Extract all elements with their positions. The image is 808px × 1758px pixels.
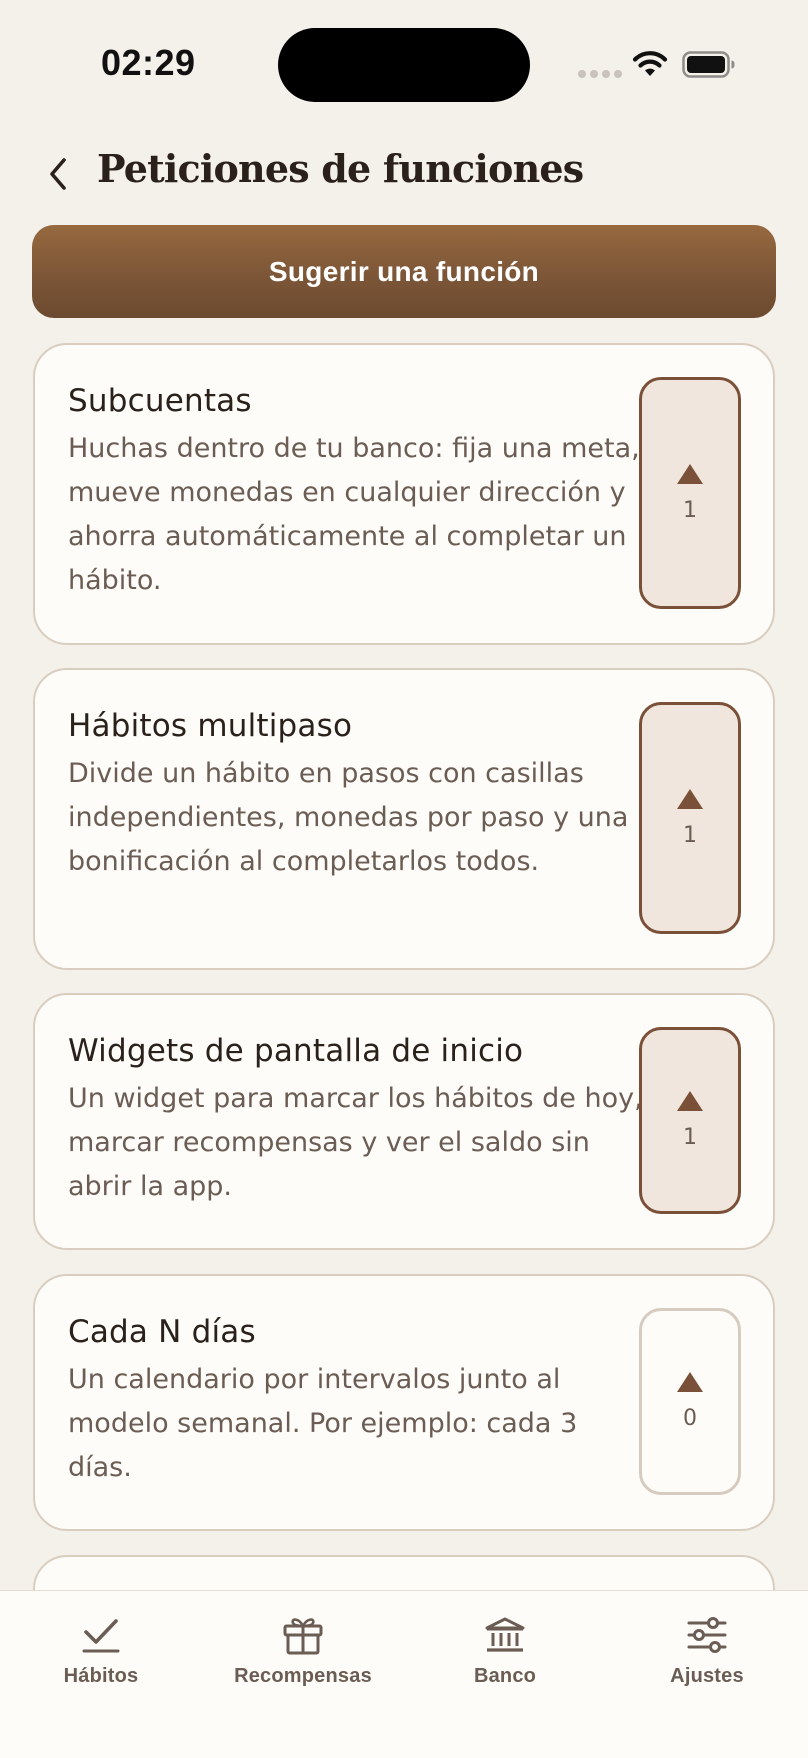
feature-description: Divide un hábito en pasos con casillas i… bbox=[68, 758, 629, 877]
feature-description: Un widget para marcar los hábitos de hoy… bbox=[68, 1083, 643, 1202]
feature-request-list[interactable]: Subcuentas Huchas dentro de tu banco: fi… bbox=[0, 340, 808, 1590]
feature-card: Cada N días Un calendario por intervalos… bbox=[33, 1274, 775, 1531]
feature-description: Huchas dentro de tu banco: fija una meta… bbox=[68, 433, 640, 596]
upvote-arrow-icon bbox=[677, 1091, 703, 1111]
dynamic-island bbox=[278, 28, 530, 102]
upvote-arrow-icon bbox=[677, 463, 703, 484]
status-time: 02:29 bbox=[101, 42, 196, 83]
page-title: Peticiones de funciones bbox=[97, 146, 584, 191]
upvote-button[interactable]: 1 bbox=[639, 377, 741, 609]
feature-card: Hábitos multipaso Divide un hábito en pa… bbox=[33, 668, 775, 970]
tab-label: Ajustes bbox=[670, 1665, 744, 1687]
vote-count: 1 bbox=[683, 1125, 697, 1150]
vote-count: 0 bbox=[683, 1406, 697, 1431]
tab-bar: Hábitos Recompensas Banco Ajustes bbox=[0, 1590, 808, 1758]
feature-title: Subcuentas bbox=[68, 383, 252, 419]
tab-recompensas[interactable]: Recompensas bbox=[202, 1591, 404, 1711]
upvote-arrow-icon bbox=[677, 788, 703, 809]
feature-card: Widgets de pantalla de inicio Un widget … bbox=[33, 993, 775, 1250]
tab-label: Hábitos bbox=[63, 1665, 139, 1687]
tab-habitos[interactable]: Hábitos bbox=[0, 1591, 202, 1711]
bank-icon bbox=[482, 1613, 528, 1657]
status-bar: 02:29 bbox=[0, 0, 808, 130]
gift-icon bbox=[280, 1613, 326, 1657]
header: Peticiones de funciones bbox=[0, 140, 808, 210]
tab-label: Recompensas bbox=[234, 1665, 372, 1687]
vote-count: 1 bbox=[683, 497, 697, 523]
tab-banco[interactable]: Banco bbox=[404, 1591, 606, 1711]
suggest-feature-button[interactable]: Sugerir una función bbox=[32, 225, 776, 318]
vote-count: 1 bbox=[683, 822, 697, 848]
feature-title: Hábitos multipaso bbox=[68, 708, 353, 744]
wifi-icon bbox=[632, 51, 668, 76]
upvote-button[interactable]: 1 bbox=[639, 702, 741, 934]
back-button[interactable] bbox=[40, 152, 76, 196]
feature-title: Cada N días bbox=[68, 1314, 256, 1350]
feature-card: Subcuentas Huchas dentro de tu banco: fi… bbox=[33, 343, 775, 645]
tab-label: Banco bbox=[473, 1665, 537, 1687]
cellular-signal-icon bbox=[578, 70, 622, 78]
sliders-icon bbox=[684, 1613, 730, 1657]
chevron-left-icon bbox=[50, 158, 66, 190]
checkmark-icon bbox=[78, 1613, 124, 1657]
upvote-button[interactable]: 1 bbox=[639, 1027, 741, 1214]
feature-title: Widgets de pantalla de inicio bbox=[68, 1033, 524, 1069]
feature-description: Un calendario por intervalos junto al mo… bbox=[68, 1364, 578, 1483]
upvote-button[interactable]: 0 bbox=[639, 1308, 741, 1495]
tab-ajustes[interactable]: Ajustes bbox=[606, 1591, 808, 1711]
battery-icon bbox=[682, 51, 735, 78]
upvote-arrow-icon bbox=[677, 1372, 703, 1392]
feature-card bbox=[33, 1555, 775, 1590]
